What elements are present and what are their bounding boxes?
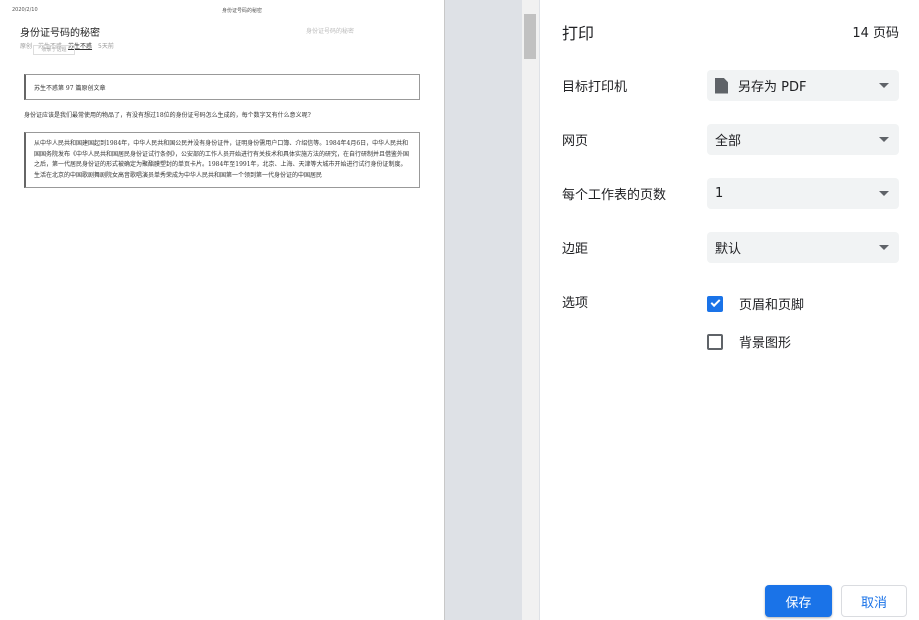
dropdown-caret-icon bbox=[879, 83, 889, 88]
meta-prefix: 原创 bbox=[20, 43, 33, 50]
destination-label: 目标打印机 bbox=[562, 80, 628, 95]
scrollbar-thumb[interactable] bbox=[524, 14, 536, 59]
page-header-title: 身份证号码的秘密 bbox=[222, 8, 263, 14]
dropdown-caret-icon bbox=[879, 137, 889, 142]
margins-select[interactable]: 默认 bbox=[707, 232, 899, 263]
preview-page: 2020/2/10 身份证号码的秘密 身份证号码的秘密 身份证号码的秘密 原创 … bbox=[0, 0, 445, 620]
options-label: 选项 bbox=[562, 296, 589, 311]
destination-value: 另存为 PDF bbox=[738, 80, 807, 95]
preview-scrollbar[interactable] bbox=[522, 0, 539, 620]
pages-value: 全部 bbox=[715, 134, 742, 149]
page-header: 2020/2/10 身份证号码的秘密 bbox=[12, 7, 432, 15]
pages-label: 网页 bbox=[562, 134, 589, 149]
pdf-file-icon bbox=[715, 77, 728, 94]
per-sheet-value: 1 bbox=[715, 186, 724, 201]
option-background-label: 背景图形 bbox=[739, 336, 792, 351]
margins-label: 边距 bbox=[562, 242, 589, 257]
article-faint-title: 身份证号码的秘密 bbox=[306, 28, 355, 35]
print-settings-panel: 打印 14 页码 目标打印机 另存为 PDF 网页 全部 每个工作表的页数 1 … bbox=[540, 0, 919, 620]
destination-select[interactable]: 另存为 PDF bbox=[707, 70, 899, 101]
per-sheet-select[interactable]: 1 bbox=[707, 178, 899, 209]
panel-title: 打印 bbox=[562, 24, 595, 43]
print-dialog: 2020/2/10 身份证号码的秘密 身份证号码的秘密 身份证号码的秘密 原创 … bbox=[0, 0, 919, 620]
checkbox-unchecked-icon[interactable] bbox=[707, 333, 723, 350]
page-header-date: 2020/2/10 bbox=[12, 7, 38, 13]
per-sheet-label: 每个工作表的页数 bbox=[562, 188, 667, 203]
quote-box-1: 苏生不惑第 97 篇原创文章 bbox=[24, 74, 420, 100]
option-background-graphics[interactable]: 背景图形 bbox=[707, 332, 791, 351]
quote-box-2: 从中华人民共和国建国起到1984年，中华人民共和国公民并没有身份证件，证明身份需… bbox=[24, 132, 420, 188]
pages-select[interactable]: 全部 bbox=[707, 124, 899, 155]
margins-value: 默认 bbox=[715, 242, 742, 257]
meta-time: 5天前 bbox=[98, 43, 114, 50]
sheet-count: 14 页码 bbox=[852, 26, 899, 41]
dropdown-caret-icon bbox=[879, 191, 889, 196]
checkbox-checked-icon[interactable] bbox=[707, 295, 723, 312]
topic-tag: 收录于话题 bbox=[33, 45, 75, 55]
save-button[interactable]: 保存 bbox=[765, 585, 832, 617]
option-headers-label: 页眉和页脚 bbox=[739, 298, 805, 313]
cancel-button[interactable]: 取消 bbox=[841, 585, 907, 617]
dropdown-caret-icon bbox=[879, 245, 889, 250]
intro-paragraph: 身份证应该是我们最常使用的物品了，有没有想过18位的身份证号码怎么生成的，每个数… bbox=[24, 112, 311, 119]
print-preview-area: 2020/2/10 身份证号码的秘密 身份证号码的秘密 身份证号码的秘密 原创 … bbox=[0, 0, 540, 620]
option-headers-footers[interactable]: 页眉和页脚 bbox=[707, 294, 804, 313]
article-title: 身份证号码的秘密 bbox=[20, 28, 100, 39]
